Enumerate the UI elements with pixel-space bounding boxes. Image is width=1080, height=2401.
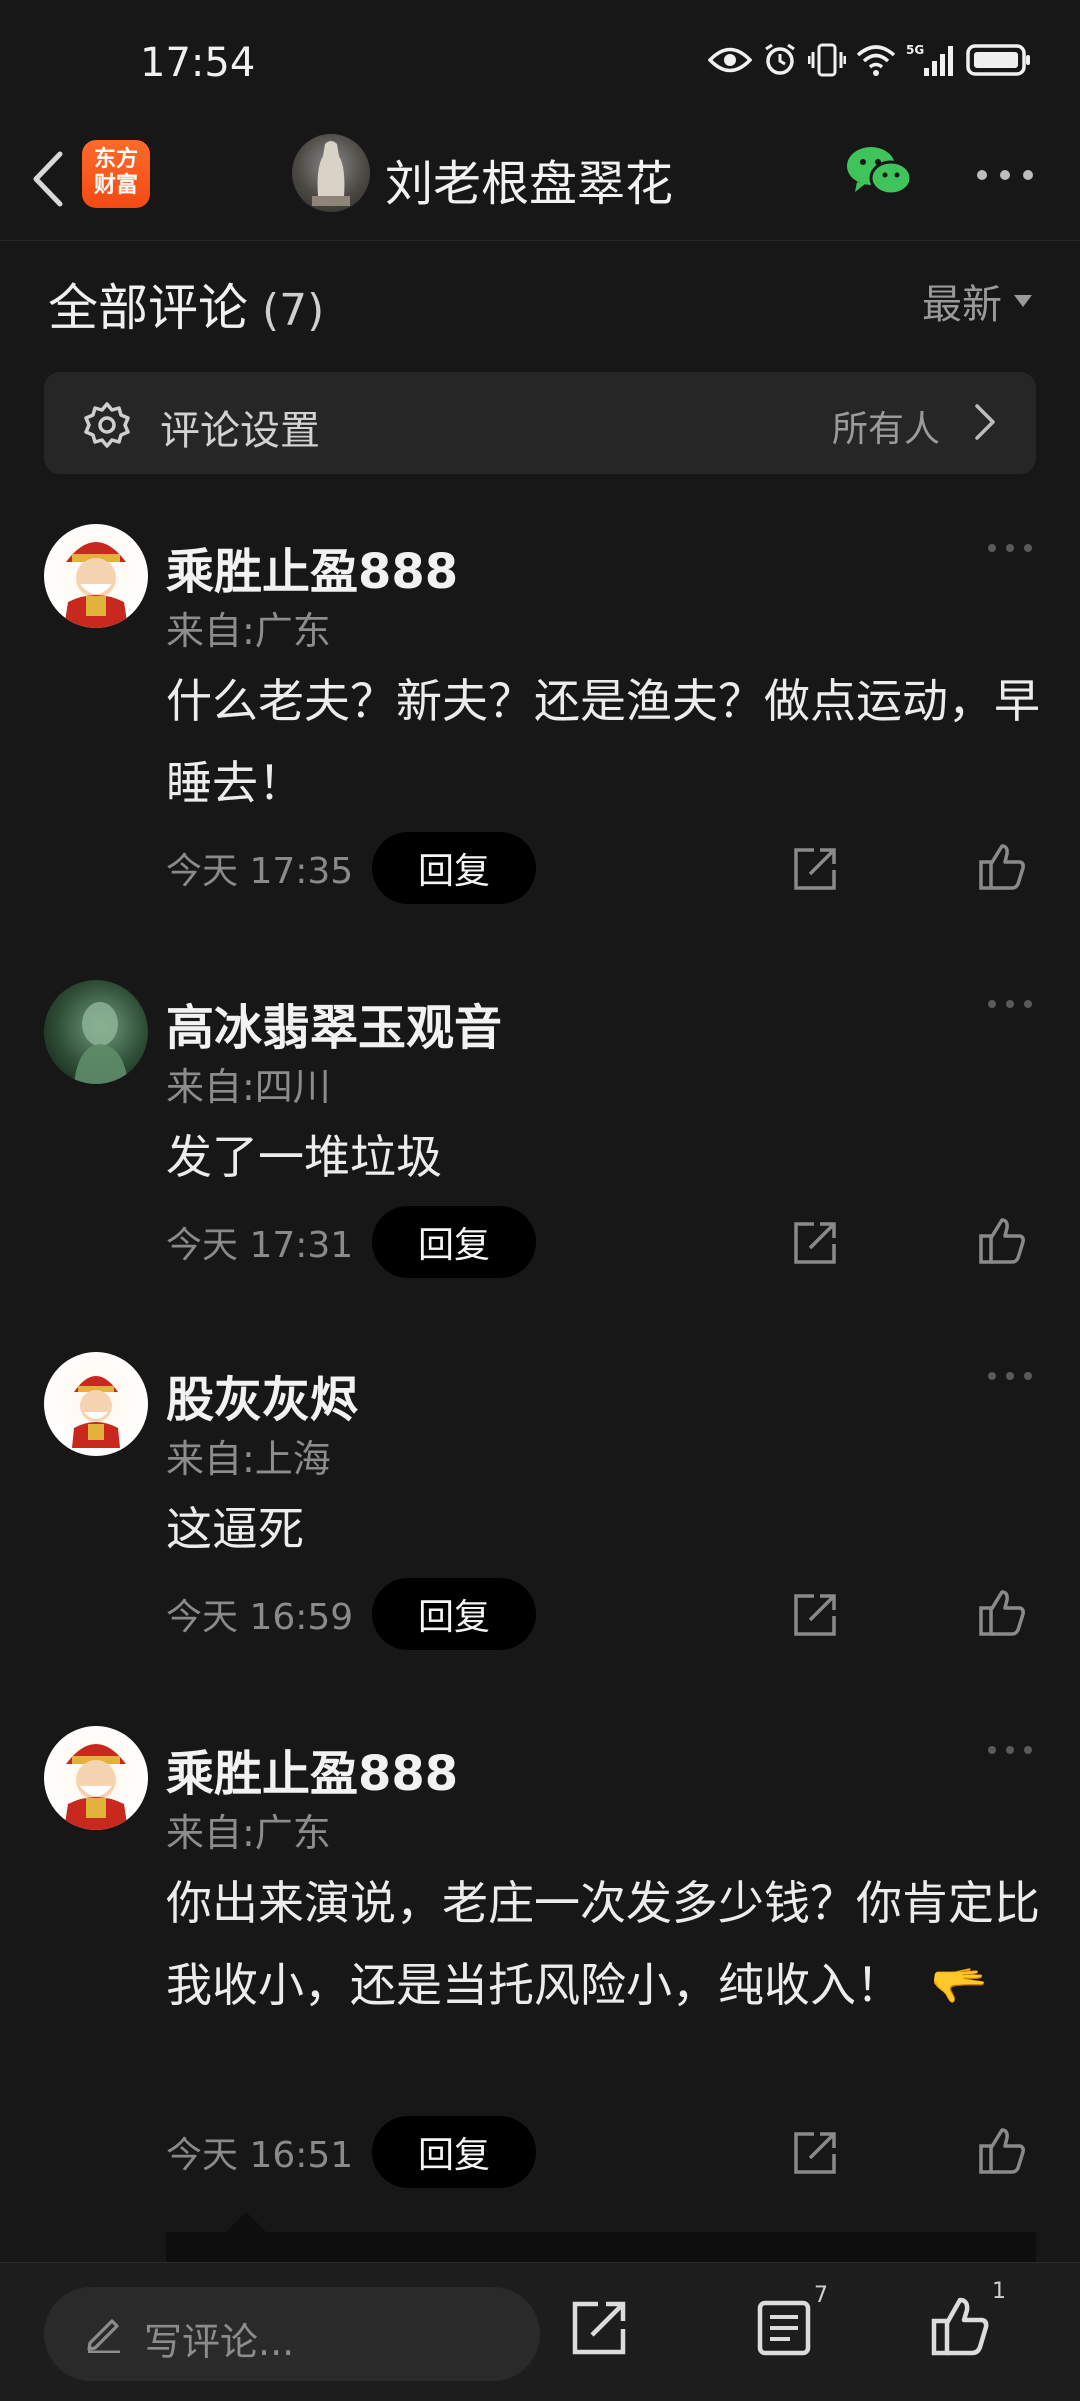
bottom-bar: 写评论... 7 1: [0, 2262, 1080, 2401]
status-time: 17:54: [140, 40, 256, 86]
status-bar: 17:54 5G: [0, 0, 1080, 120]
avatar[interactable]: [44, 1352, 148, 1456]
comment-text-body: 你出来演说，老庄一次发多少钱？你肯定比我收小，还是当托风险小，纯收入！: [166, 1876, 1040, 2012]
location: 来自:四川: [166, 1065, 331, 1109]
share-icon[interactable]: [570, 2299, 628, 2357]
more-dots-icon[interactable]: [986, 538, 1034, 558]
like-icon[interactable]: [978, 842, 1026, 892]
share-icon[interactable]: [792, 1592, 838, 1638]
location: 来自:广东: [166, 609, 331, 653]
wechat-share-button[interactable]: [845, 142, 915, 202]
comment-meta: 今天 16:51 回复: [166, 2116, 536, 2188]
chevron-right-icon: [975, 404, 995, 440]
reply-panel: [166, 2232, 1036, 2262]
hand-emoji: 🫳: [930, 1958, 988, 2012]
avatar[interactable]: [44, 980, 148, 1084]
gear-icon: [84, 402, 130, 448]
comment-meta: 今天 16:59 回复: [166, 1578, 536, 1650]
like-button[interactable]: 1: [930, 2279, 1006, 2361]
more-dots-icon[interactable]: [986, 1366, 1034, 1386]
back-button[interactable]: [20, 144, 80, 214]
app-logo-line1: 东方: [93, 147, 138, 172]
like-icon[interactable]: [978, 2126, 1026, 2176]
username[interactable]: 高冰翡翠玉观音: [166, 988, 502, 1058]
comment-meta: 今天 17:35 回复: [166, 832, 536, 904]
comment-time: 今天 17:31: [166, 1225, 354, 1266]
sort-label: 最新: [922, 282, 1002, 328]
more-dots-icon: [977, 170, 1033, 180]
like-icon[interactable]: [978, 1588, 1026, 1638]
share-icon[interactable]: [792, 1220, 838, 1266]
more-dots-icon[interactable]: [986, 994, 1034, 1014]
more-dots-icon[interactable]: [986, 1740, 1034, 1760]
settings-label: 评论设置: [160, 408, 320, 454]
sort-dropdown[interactable]: 最新: [922, 272, 1032, 330]
battery-icon: [966, 44, 1030, 76]
avatar[interactable]: [44, 524, 148, 628]
comments-header: 全部评论 (7): [48, 268, 324, 340]
comment-list-button[interactable]: 7: [756, 2283, 828, 2361]
username[interactable]: 股灰灰烬: [166, 1360, 358, 1430]
wifi-icon: [856, 45, 896, 76]
vibrate-icon: [808, 43, 846, 77]
comment-settings-row[interactable]: 评论设置 所有人: [44, 372, 1036, 474]
reply-panel-caret: [226, 2212, 266, 2232]
alarm-icon: [765, 43, 795, 75]
title-bar: 东方 财富 刘老根盘翠花: [0, 120, 1080, 241]
username[interactable]: 乘胜止盈888: [166, 1734, 458, 1804]
comment-placeholder: 写评论...: [144, 2320, 295, 2364]
comment-text: 什么老夫？新夫？还是渔夫？做点运动，早睡去！: [166, 674, 1040, 810]
comments-count: (7): [262, 285, 325, 336]
like-icon[interactable]: [978, 1216, 1026, 1266]
comment-count-badge: 7: [814, 2283, 828, 2308]
chevron-left-icon: [33, 151, 63, 207]
reply-button[interactable]: 回复: [372, 832, 536, 904]
app-logo[interactable]: 东方 财富: [82, 140, 150, 208]
reply-button[interactable]: 回复: [372, 2116, 536, 2188]
settings-value: 所有人: [831, 409, 940, 450]
thumbs-up-icon: [931, 2297, 989, 2356]
avatar[interactable]: [44, 1726, 148, 1830]
comment-time: 今天 16:59: [166, 1597, 354, 1638]
reply-button[interactable]: 回复: [372, 1206, 536, 1278]
status-icons: 5G: [708, 42, 1032, 78]
comment-text: 你出来演说，老庄一次发多少钱？你肯定比我收小，还是当托风险小，纯收入！ 🫳: [166, 1862, 1046, 2026]
comment-time: 今天 16:51: [166, 2135, 354, 2176]
username[interactable]: 乘胜止盈888: [166, 532, 458, 602]
caret-down-icon: [1014, 295, 1032, 307]
profile-avatar[interactable]: [292, 134, 370, 212]
cell-signal-icon: 5G: [906, 43, 953, 76]
comment-text: 这逼死: [166, 1502, 304, 1556]
more-options-button[interactable]: [970, 160, 1040, 190]
comments-title: 全部评论: [48, 279, 248, 337]
like-count-badge: 1: [992, 2279, 1006, 2304]
comment-time: 今天 17:35: [166, 851, 354, 892]
profile-name[interactable]: 刘老根盘翠花: [385, 144, 673, 214]
comment-list-icon: [757, 2300, 811, 2356]
location: 来自:广东: [166, 1811, 331, 1855]
app-logo-line2: 财富: [93, 173, 138, 198]
wechat-icon: [847, 147, 913, 196]
svg-text:5G: 5G: [906, 43, 924, 57]
share-icon[interactable]: [792, 846, 838, 892]
reply-button[interactable]: 回复: [372, 1578, 536, 1650]
location: 来自:上海: [166, 1437, 331, 1481]
pencil-icon: [87, 2319, 120, 2353]
eye-icon: [708, 47, 752, 73]
comment-text: 发了一堆垃圾: [166, 1130, 442, 1184]
share-icon[interactable]: [792, 2130, 838, 2176]
write-comment-input[interactable]: 写评论...: [44, 2287, 540, 2381]
comment-meta: 今天 17:31 回复: [166, 1206, 536, 1278]
